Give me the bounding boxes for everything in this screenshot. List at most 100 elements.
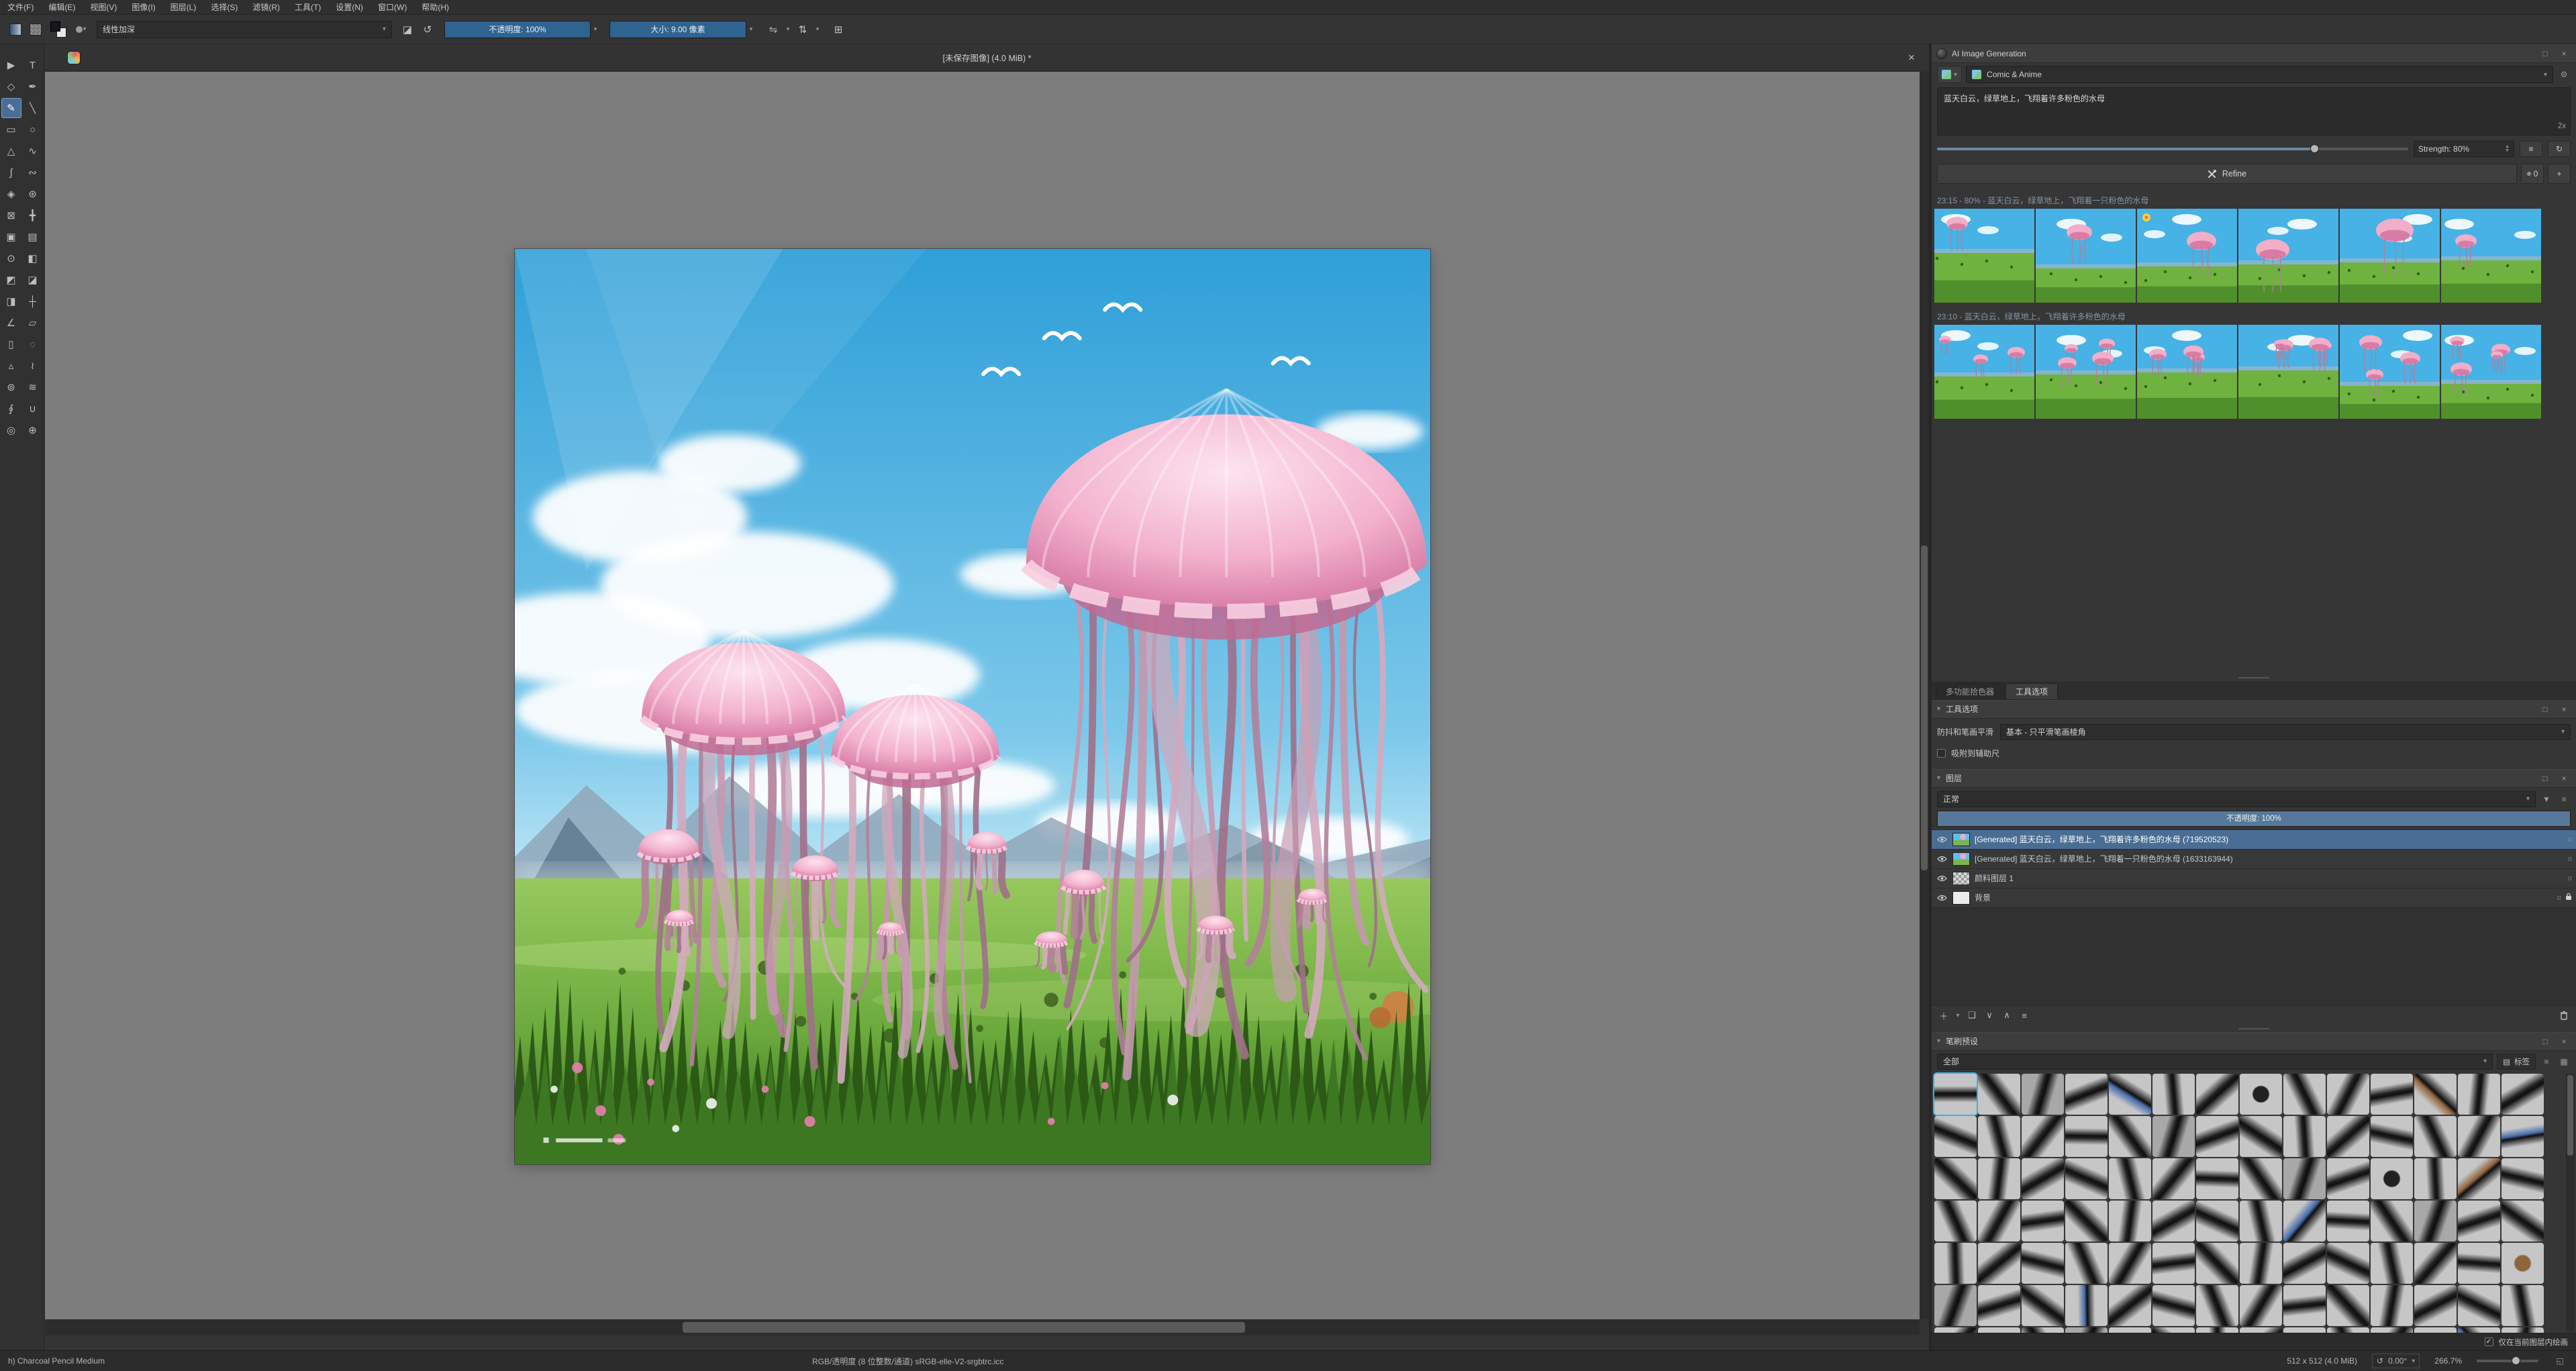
brush-preset-cell[interactable] — [2196, 1242, 2238, 1284]
brush-preset-cell[interactable] — [2327, 1073, 2369, 1115]
wraparound-mode-button[interactable]: ⊞ — [829, 20, 848, 39]
brush-preset-cell[interactable] — [2414, 1200, 2457, 1241]
tool-dynamic-brush[interactable]: ◈ — [1, 184, 21, 204]
brush-preset-cell[interactable] — [2240, 1073, 2282, 1115]
brush-preset-cell[interactable] — [2371, 1158, 2413, 1199]
tool-similar-select[interactable]: ≋ — [23, 377, 43, 397]
brush-preset-cell[interactable] — [2371, 1284, 2413, 1326]
menu-image[interactable]: 图像(I) — [124, 0, 162, 15]
tool-line[interactable]: ╲ — [23, 98, 43, 118]
layer-opacity-slider[interactable]: 不透明度: 100% — [1937, 810, 2571, 827]
opacity-slider[interactable]: 不透明度: 100% — [444, 20, 591, 38]
tool-polyline[interactable]: ∿ — [23, 141, 43, 161]
layer-row[interactable]: [Generated] 蓝天白云，绿草地上，飞翔着许多粉色的水母 (719520… — [1932, 829, 2576, 850]
brush-preset-cell[interactable] — [2327, 1242, 2369, 1284]
brush-preset-cell[interactable] — [2283, 1115, 2326, 1157]
layer-properties-button[interactable]: ≡ — [2016, 1007, 2032, 1023]
mirror-vertical-button[interactable]: ⇅ — [793, 20, 812, 39]
menu-filter[interactable]: 滤镜(R) — [245, 0, 287, 15]
tool-text[interactable]: T — [23, 55, 43, 75]
brush-preset-cell[interactable] — [2240, 1327, 2282, 1333]
alpha-inherit-icon[interactable]: α — [2568, 874, 2572, 882]
grid-view-icon[interactable]: ▦ — [2557, 1055, 2571, 1068]
menu-view[interactable]: 视图(V) — [83, 0, 124, 15]
refresh-models-button[interactable]: ↻ — [2548, 141, 2571, 157]
zoom-slider[interactable] — [2477, 1357, 2538, 1364]
layer-row[interactable]: [Generated] 蓝天白云，绿草地上，飞翔着一只粉色的水母 (163316… — [1932, 849, 2576, 869]
brush-preset-cell[interactable] — [2283, 1284, 2326, 1326]
tool-crop[interactable]: ▣ — [1, 227, 21, 247]
tool-rect-select[interactable]: ▯ — [1, 334, 21, 354]
brush-preset-cell[interactable] — [2022, 1115, 2064, 1157]
menu-layer[interactable]: 图层(L) — [163, 0, 204, 15]
brush-preset-cell[interactable] — [2152, 1200, 2195, 1241]
brush-preset-cell[interactable] — [2414, 1158, 2457, 1199]
brush-preset-cell[interactable] — [1934, 1073, 1977, 1115]
strength-slider[interactable] — [1937, 145, 2408, 152]
brush-preset-cell[interactable] — [2458, 1115, 2500, 1157]
brush-scroll-thumb[interactable] — [2567, 1074, 2573, 1156]
brush-preset-cell[interactable] — [2414, 1073, 2457, 1115]
brush-preset-cell[interactable] — [2501, 1242, 2544, 1284]
foreground-background-colors[interactable] — [50, 21, 67, 38]
brush-preset-cell[interactable] — [2371, 1200, 2413, 1241]
tool-multibrush[interactable]: ⊛ — [23, 184, 43, 204]
settings-gear-icon[interactable]: ⚙ — [2557, 68, 2571, 81]
tool-bezier-curve[interactable]: ∫ — [1, 162, 21, 183]
tool-freehand-brush[interactable]: ✎ — [1, 98, 21, 118]
brush-preset-cell[interactable] — [2240, 1158, 2282, 1199]
workspace-switch-button[interactable]: ▾ — [1937, 66, 1963, 83]
mirror-horizontal-button[interactable]: ⇋ — [764, 20, 783, 39]
brush-preset-cell[interactable] — [1934, 1284, 1977, 1326]
brush-preset-cell[interactable] — [2283, 1200, 2326, 1241]
size-caret-button[interactable]: ▾ — [746, 21, 756, 38]
collapse-icon[interactable]: ▾ — [1937, 705, 1940, 713]
menu-edit[interactable]: 编辑(E) — [41, 0, 83, 15]
tool-gradient[interactable]: ▤ — [23, 227, 43, 247]
canvas-horizontal-scrollbar[interactable] — [45, 1319, 1920, 1335]
brush-preset-cell[interactable] — [2022, 1242, 2064, 1284]
history-thumbnail[interactable] — [2441, 325, 2541, 419]
tool-polygon-select[interactable]: ▵ — [1, 356, 21, 376]
brush-preset-cell[interactable] — [2065, 1073, 2108, 1115]
brush-preset-cell[interactable] — [2022, 1073, 2064, 1115]
list-view-icon[interactable]: ≡ — [2540, 1055, 2553, 1068]
layer-view-mode-icon[interactable]: ≡ — [2557, 793, 2571, 806]
tool-transform[interactable]: ⊠ — [1, 205, 21, 225]
tool-measure[interactable]: ∠ — [1, 313, 21, 333]
brush-preset-cell[interactable] — [2065, 1200, 2108, 1241]
blend-mode-combobox[interactable]: 线性加深 ▾ — [97, 20, 392, 38]
brush-preset-cell[interactable] — [2371, 1115, 2413, 1157]
brush-preset-cell[interactable] — [2414, 1242, 2457, 1284]
strength-spinbox[interactable]: Strength: 80% ▲ ▼ — [2414, 141, 2514, 157]
delete-layer-button[interactable] — [2556, 1007, 2572, 1023]
alpha-inherit-icon[interactable]: α — [2568, 855, 2572, 863]
brush-preset-cell[interactable] — [2022, 1200, 2064, 1241]
splitter-handle[interactable] — [2238, 1027, 2269, 1029]
brush-preset-cell[interactable] — [2065, 1242, 2108, 1284]
brush-size-slider[interactable]: 大小: 9.00 像素 — [609, 20, 746, 38]
brush-preset-cell[interactable] — [2109, 1158, 2151, 1199]
brush-preset-cell[interactable] — [1978, 1242, 2020, 1284]
collapse-icon[interactable]: ▾ — [1937, 1037, 1940, 1045]
tool-smart-patch[interactable]: ◪ — [23, 270, 43, 290]
mirror-horizontal-caret[interactable]: ▾ — [783, 21, 793, 38]
brush-preset-cell[interactable] — [2458, 1242, 2500, 1284]
tool-fill[interactable]: ◧ — [23, 248, 43, 268]
snap-assistants-checkbox[interactable] — [1937, 748, 1946, 758]
history-thumbnail[interactable] — [2340, 209, 2440, 303]
prompt-textarea[interactable]: 蓝天白云，绿草地上，飞翔着许多粉色的水母 2x — [1937, 87, 2571, 136]
brush-preset-cell[interactable] — [2196, 1158, 2238, 1199]
history-thumbnail[interactable] — [1934, 209, 2034, 303]
brush-preset-cell[interactable] — [2327, 1200, 2369, 1241]
move-layer-down-button[interactable]: ∨ — [1981, 1007, 1997, 1023]
brush-preset-cell[interactable] — [2501, 1200, 2544, 1241]
brush-preset-cell[interactable] — [1978, 1284, 2020, 1326]
brush-preset-cell[interactable] — [2501, 1158, 2544, 1199]
tool-colorize-mask[interactable]: ◨ — [1, 291, 21, 311]
brush-preset-cell[interactable] — [2458, 1200, 2500, 1241]
brush-preset-cell[interactable] — [2327, 1158, 2369, 1199]
history-thumbnail[interactable] — [2238, 209, 2338, 303]
gradient-chooser-button[interactable] — [6, 20, 25, 39]
duplicate-layer-button[interactable]: ❏ — [1964, 1007, 1980, 1023]
